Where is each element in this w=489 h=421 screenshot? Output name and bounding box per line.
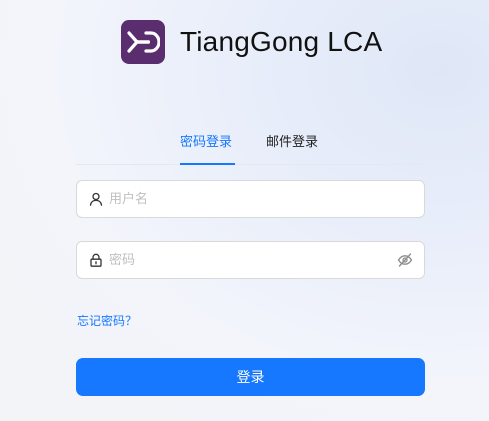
password-field[interactable] <box>76 241 425 279</box>
tab-email-login[interactable]: 邮件登录 <box>266 134 318 152</box>
username-input[interactable] <box>109 187 424 211</box>
user-icon <box>88 191 104 207</box>
forgot-password-link[interactable]: 忘记密码？ <box>77 312 137 329</box>
password-input[interactable] <box>109 248 396 272</box>
active-tab-indicator <box>180 163 235 165</box>
app-title: TiangGong LCA <box>180 26 383 57</box>
eye-invisible-icon[interactable] <box>396 251 414 269</box>
username-field[interactable] <box>76 180 425 218</box>
login-tabs: 密码登录 邮件登录 <box>76 126 425 165</box>
login-button[interactable]: 登录 <box>76 358 425 396</box>
tiangong-logo-icon <box>121 20 165 64</box>
tab-password-login[interactable]: 密码登录 <box>180 134 232 152</box>
lock-icon <box>88 252 104 268</box>
app-header: TiangGong LCA <box>121 20 382 64</box>
